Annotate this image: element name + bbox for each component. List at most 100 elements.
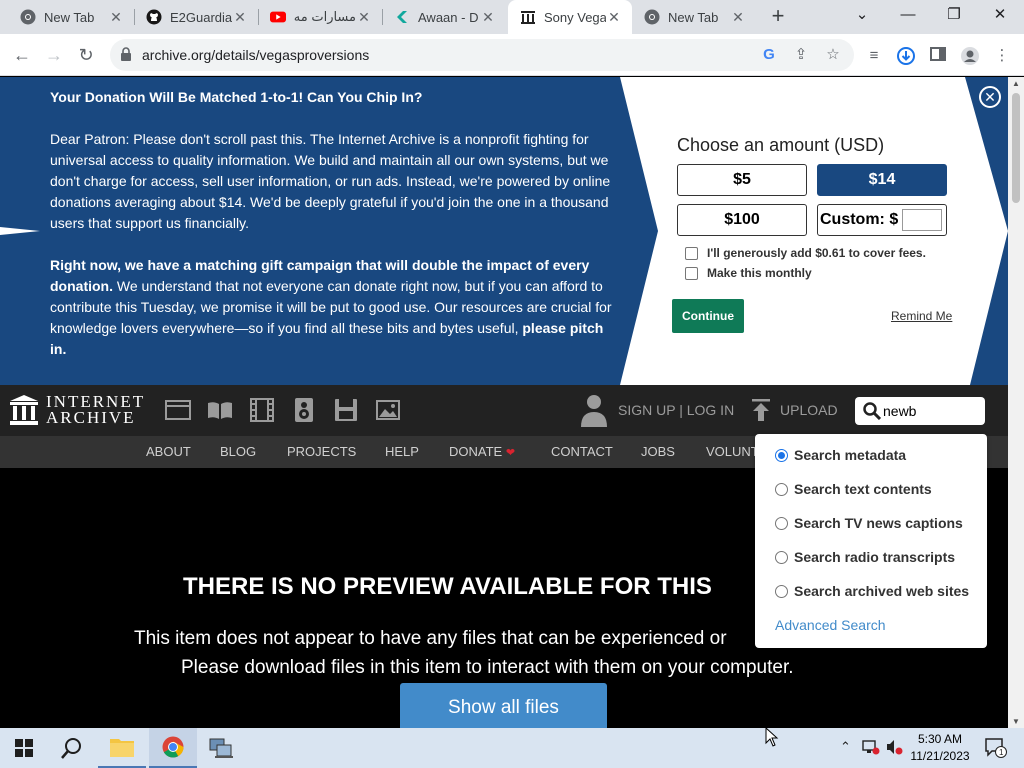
clock-time: 5:30 AM <box>917 732 963 746</box>
images-icon[interactable] <box>375 398 401 422</box>
network-app-button[interactable] <box>197 728 245 768</box>
download-icon[interactable] <box>896 46 916 66</box>
radio-button[interactable] <box>775 584 788 598</box>
chrome-icon <box>20 9 36 25</box>
page-viewport: Your Donation Will Be Matched 1-to-1! Ca… <box>0 77 1008 728</box>
file-explorer-button[interactable] <box>98 728 146 768</box>
cover-fees-checkbox[interactable]: I'll generously add $0.61 to cover fees. <box>685 246 926 260</box>
upload-icon <box>752 399 770 421</box>
system-clock[interactable]: 5:30 AM 11/21/2023 <box>908 731 972 765</box>
close-icon[interactable]: ✕ <box>356 9 372 26</box>
signup-login-link[interactable]: SIGN UP | LOG IN <box>580 393 734 427</box>
search-option-radio[interactable]: Search radio transcripts <box>775 549 955 565</box>
windows-taskbar: ⌃ 5:30 AM 11/21/2023 1 <box>0 728 1024 768</box>
audio-icon[interactable] <box>291 398 317 422</box>
bookmark-star-icon[interactable]: ☆ <box>824 46 842 64</box>
monthly-checkbox[interactable]: Make this monthly <box>685 266 812 280</box>
profile-icon[interactable] <box>960 46 980 66</box>
video-icon[interactable] <box>249 398 275 422</box>
minimize-button[interactable]: — <box>886 0 930 30</box>
taskbar-search-button[interactable] <box>48 728 96 768</box>
share-icon[interactable]: ⇪ <box>792 46 810 64</box>
search-option-web[interactable]: Search archived web sites <box>775 583 969 599</box>
tab-awaan[interactable]: Awaan - D ✕ <box>382 0 506 34</box>
amount-14-button[interactable]: $14 <box>817 164 947 196</box>
close-icon[interactable]: ✕ <box>480 9 496 26</box>
nav-contact[interactable]: CONTACT <box>551 436 613 468</box>
search-option-metadata[interactable]: Search metadata <box>775 447 906 463</box>
tab-sony-vegas[interactable]: Sony Vega ✕ <box>508 0 632 34</box>
tab-strip: New Tab ✕ E2Guardian ✕ مسارات مه ✕ Awaan… <box>0 0 1024 34</box>
show-hidden-icons[interactable]: ⌃ <box>840 739 851 755</box>
page-scrollbar[interactable]: ▲ ▼ <box>1008 77 1024 728</box>
search-option-tv[interactable]: Search TV news captions <box>775 515 963 531</box>
amount-5-button[interactable]: $5 <box>677 164 807 196</box>
tab-new-tab-2[interactable]: New Tab ✕ <box>632 0 756 34</box>
remind-me-link[interactable]: Remind Me <box>891 309 952 323</box>
tab-title: New Tab <box>44 9 95 25</box>
close-window-button[interactable]: ✕ <box>978 0 1022 30</box>
heart-icon: ❤ <box>505 447 516 459</box>
texts-icon[interactable] <box>207 398 233 422</box>
windows-icon <box>15 739 33 757</box>
tab-e2guardian[interactable]: E2Guardian ✕ <box>134 0 258 34</box>
close-icon[interactable]: ✕ <box>232 9 248 26</box>
search-input[interactable]: newb <box>855 397 985 425</box>
chrome-taskbar-button[interactable] <box>149 728 197 768</box>
radio-button[interactable] <box>775 550 788 564</box>
browser-toolbar: ← → ↻ archive.org/details/vegasproversio… <box>0 34 1024 76</box>
show-all-files-button[interactable]: Show all files <box>400 683 607 728</box>
nav-about[interactable]: ABOUT <box>146 436 191 468</box>
upload-link[interactable]: UPLOAD <box>752 399 838 421</box>
address-bar[interactable]: archive.org/details/vegasproversions G ⇪… <box>110 39 854 71</box>
radio-button[interactable] <box>775 448 788 462</box>
network-icon[interactable] <box>862 739 880 758</box>
nav-blog[interactable]: BLOG <box>220 436 256 468</box>
new-tab-button[interactable]: + <box>765 4 791 30</box>
menu-icon[interactable]: ⋮ <box>992 46 1012 66</box>
nav-donate[interactable]: DONATE ❤ <box>449 436 515 468</box>
scroll-down-arrow[interactable]: ▼ <box>1008 717 1024 726</box>
close-icon[interactable]: ✕ <box>108 9 124 26</box>
back-button[interactable]: ← <box>9 42 35 68</box>
scroll-up-arrow[interactable]: ▲ <box>1008 79 1024 88</box>
web-icon[interactable] <box>165 398 191 422</box>
close-icon[interactable]: ✕ <box>606 9 622 26</box>
notification-count: 1 <box>999 748 1004 757</box>
close-banner-button[interactable]: ✕ <box>979 86 1001 108</box>
advanced-search-link[interactable]: Advanced Search <box>775 617 886 633</box>
radio-button[interactable] <box>775 516 788 530</box>
option-label: Search radio transcripts <box>794 549 956 565</box>
checkbox[interactable] <box>685 246 698 260</box>
custom-amount-field[interactable]: Custom: $ <box>817 204 947 236</box>
software-icon[interactable] <box>333 398 359 422</box>
notifications-button[interactable]: 1 <box>978 728 1014 768</box>
custom-amount-input[interactable] <box>902 209 942 231</box>
reading-list-icon[interactable]: ≡ <box>864 46 884 66</box>
scroll-thumb[interactable] <box>1012 93 1020 203</box>
close-icon[interactable]: ✕ <box>730 9 746 26</box>
volume-icon[interactable] <box>886 739 904 758</box>
forward-button[interactable]: → <box>41 42 67 68</box>
tab-new-tab-1[interactable]: New Tab ✕ <box>0 0 134 34</box>
tab-youtube[interactable]: مسارات مه ✕ <box>258 0 382 34</box>
reload-button[interactable]: ↻ <box>73 42 99 68</box>
tab-search-button[interactable]: ⌄ <box>840 0 884 30</box>
google-icon[interactable]: G <box>760 46 778 64</box>
lock-icon <box>120 47 132 66</box>
side-panel-icon[interactable] <box>928 46 948 66</box>
nav-projects[interactable]: PROJECTS <box>287 436 356 468</box>
ia-logo[interactable]: INTERNET ARCHIVE <box>10 393 145 426</box>
nav-help[interactable]: HELP <box>385 436 419 468</box>
nav-jobs[interactable]: JOBS <box>641 436 675 468</box>
radio-button[interactable] <box>775 482 788 496</box>
checkbox[interactable] <box>685 266 698 280</box>
tab-title: مسارات مه <box>294 9 356 24</box>
search-option-text[interactable]: Search text contents <box>775 481 932 497</box>
amount-100-button[interactable]: $100 <box>677 204 807 236</box>
nav-volunteer[interactable]: VOLUNT <box>706 436 759 468</box>
start-button[interactable] <box>0 728 48 768</box>
restore-button[interactable]: ❐ <box>932 0 976 30</box>
continue-button[interactable]: Continue <box>672 299 744 333</box>
cover-fees-label: I'll generously add $0.61 to cover fees. <box>707 246 926 260</box>
